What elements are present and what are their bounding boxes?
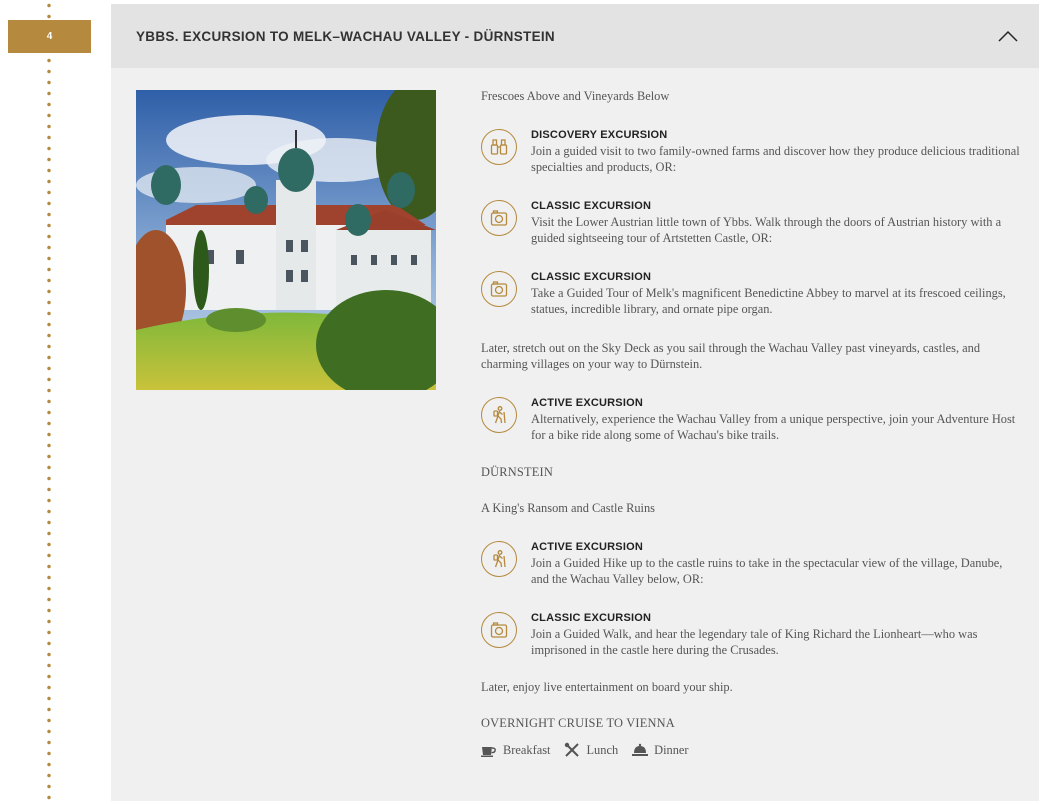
city-heading: DÜRNSTEIN: [481, 464, 554, 479]
hiker-icon: [481, 396, 517, 433]
fork-knife-icon: [565, 742, 580, 757]
camera-icon: [481, 270, 517, 307]
excursion-title: ACTIVE EXCURSION: [531, 540, 643, 553]
castle-photo: [136, 90, 436, 390]
excursion-title: CLASSIC EXCURSION: [531, 199, 652, 212]
day-title: YBBS. EXCURSION TO MELK–WACHAU VALLEY - …: [136, 28, 555, 44]
excursion-desc: Take a Guided Tour of Melk's magnificent…: [531, 285, 1006, 317]
excursion-desc: Alternatively, experience the Wachau Val…: [531, 411, 1016, 443]
overnight-text: OVERNIGHT CRUISE TO VIENNA: [481, 716, 675, 730]
binoculars-icon: [481, 128, 517, 165]
excursion-desc: Join a guided visit to two family-owned …: [531, 143, 1020, 175]
day-number-badge: 4: [8, 20, 91, 53]
excursion-title: ACTIVE EXCURSION: [531, 396, 643, 409]
day-content: Frescoes Above and Vineyards Below DISCO…: [481, 88, 1021, 758]
meal-dinner-label: Dinner: [654, 742, 689, 757]
timeline-dots: [47, 0, 51, 805]
excursion-item: CLASSIC EXCURSION Join a Guided Walk, an…: [481, 610, 1021, 659]
meal-dinner: Dinner: [632, 742, 689, 759]
meal-lunch-label: Lunch: [586, 742, 619, 757]
excursion-desc: Join a Guided Hike up to the castle ruin…: [531, 555, 1003, 587]
excursion-desc: Visit the Lower Austrian little town of …: [531, 214, 1002, 246]
camera-icon: [481, 199, 517, 236]
later-text: Later, stretch out on the Sky Deck as yo…: [481, 340, 981, 372]
day-header[interactable]: YBBS. EXCURSION TO MELK–WACHAU VALLEY - …: [111, 4, 1039, 68]
hiker-icon: [481, 540, 517, 577]
day-panel: YBBS. EXCURSION TO MELK–WACHAU VALLEY - …: [111, 4, 1039, 801]
excursion-desc: Join a Guided Walk, and hear the legenda…: [531, 626, 978, 658]
city-subtitle: A King's Ransom and Castle Ruins: [481, 501, 655, 515]
excursion-title: CLASSIC EXCURSION: [531, 611, 652, 624]
excursion-item: CLASSIC EXCURSION Take a Guided Tour of …: [481, 269, 1021, 318]
coffee-cup-icon: [481, 746, 496, 757]
meal-breakfast: Breakfast: [481, 742, 550, 759]
camera-icon: [481, 611, 517, 648]
intro-text: Frescoes Above and Vineyards Below: [481, 89, 670, 103]
excursion-title: CLASSIC EXCURSION: [531, 270, 652, 283]
excursion-item: CLASSIC EXCURSION Visit the Lower Austri…: [481, 198, 1021, 247]
meals-row: Breakfast Lunch Dinner: [481, 742, 1021, 759]
cloche-icon: [632, 743, 649, 756]
meal-breakfast-label: Breakfast: [503, 742, 551, 757]
excursion-title: DISCOVERY EXCURSION: [531, 128, 668, 141]
meal-lunch: Lunch: [564, 742, 618, 759]
later-text: Later, enjoy live entertainment on board…: [481, 679, 733, 694]
excursion-item: ACTIVE EXCURSION Alternatively, experien…: [481, 395, 1021, 444]
excursion-item: ACTIVE EXCURSION Join a Guided Hike up t…: [481, 539, 1021, 588]
excursion-item: DISCOVERY EXCURSION Join a guided visit …: [481, 127, 1021, 176]
chevron-up-icon[interactable]: [997, 29, 1019, 43]
